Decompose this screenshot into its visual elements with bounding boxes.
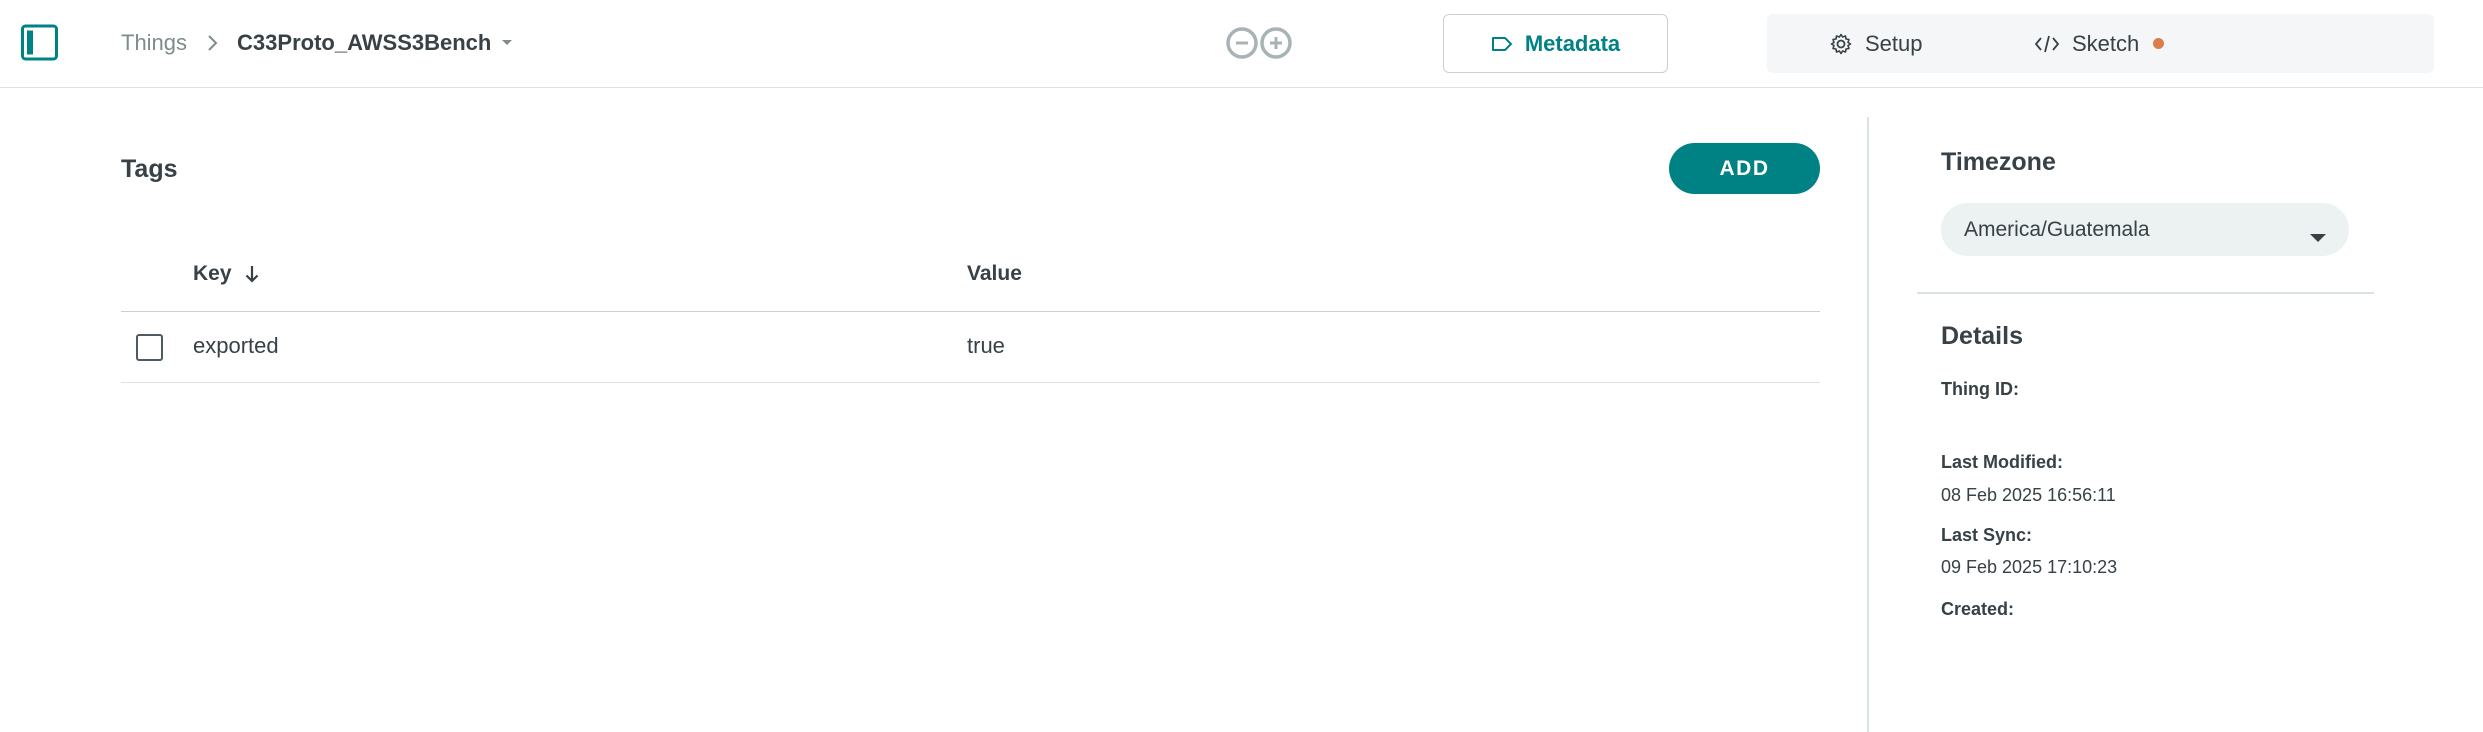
unsaved-status-dot bbox=[2153, 38, 2165, 49]
panel-divider bbox=[1867, 117, 1869, 732]
add-tag-button[interactable]: ADD bbox=[1669, 143, 1820, 194]
gear-icon bbox=[1830, 33, 1852, 54]
breadcrumb-things-link[interactable]: Things bbox=[121, 30, 187, 56]
timezone-selected-value: America/Guatemala bbox=[1964, 217, 2150, 241]
last-modified-label: Last Modified: bbox=[1941, 452, 2063, 472]
tags-table-header: Key Value bbox=[121, 250, 1820, 312]
tab-metadata[interactable]: Metadata bbox=[1443, 14, 1668, 73]
row-checkbox[interactable] bbox=[136, 334, 163, 361]
top-bar: Things C33Proto_AWSS3Bench Setup Sketch … bbox=[0, 0, 2483, 88]
last-sync-label: Last Sync: bbox=[1941, 525, 2033, 545]
table-row: exported true bbox=[121, 312, 1820, 383]
tab-metadata-label: Metadata bbox=[1524, 30, 1621, 56]
arduino-logo-icon bbox=[1225, 26, 1293, 60]
last-modified-value: 08 Feb 2025 16:56:11 bbox=[1941, 485, 2116, 505]
section-divider bbox=[1917, 292, 2374, 294]
tab-setup[interactable]: Setup bbox=[1829, 14, 1923, 73]
tab-sketch[interactable]: Sketch bbox=[2034, 14, 2165, 73]
caret-down-icon bbox=[2309, 225, 2327, 249]
created-label: Created: bbox=[1941, 599, 2015, 619]
tags-title: Tags bbox=[121, 155, 178, 183]
timezone-select[interactable]: America/Guatemala bbox=[1941, 203, 2349, 256]
tab-sketch-label: Sketch bbox=[2072, 30, 2140, 56]
thing-name: C33Proto_AWSS3Bench bbox=[237, 30, 492, 55]
arrow-down-icon bbox=[245, 266, 258, 283]
tab-setup-label: Setup bbox=[1865, 30, 1923, 56]
caret-down-icon bbox=[501, 39, 513, 47]
sidebar-toggle-icon[interactable] bbox=[20, 22, 60, 62]
tag-value-cell: true bbox=[967, 333, 1005, 358]
code-icon bbox=[2034, 35, 2060, 52]
thing-id-label: Thing ID: bbox=[1941, 379, 2019, 399]
column-header-value: Value bbox=[967, 262, 1022, 285]
tag-key-cell: exported bbox=[193, 333, 279, 358]
view-tabs: Setup Sketch bbox=[1767, 14, 2434, 73]
breadcrumb: Things C33Proto_AWSS3Bench bbox=[121, 0, 513, 86]
chevron-right-icon bbox=[207, 34, 219, 52]
details-title: Details bbox=[1941, 322, 2023, 350]
thing-name-dropdown[interactable]: C33Proto_AWSS3Bench bbox=[237, 30, 513, 56]
last-sync-value: 09 Feb 2025 17:10:23 bbox=[1941, 557, 2118, 577]
column-header-key[interactable]: Key bbox=[193, 262, 260, 286]
tag-icon bbox=[1491, 36, 1512, 51]
column-header-key-label: Key bbox=[193, 262, 232, 285]
timezone-title: Timezone bbox=[1941, 148, 2056, 176]
